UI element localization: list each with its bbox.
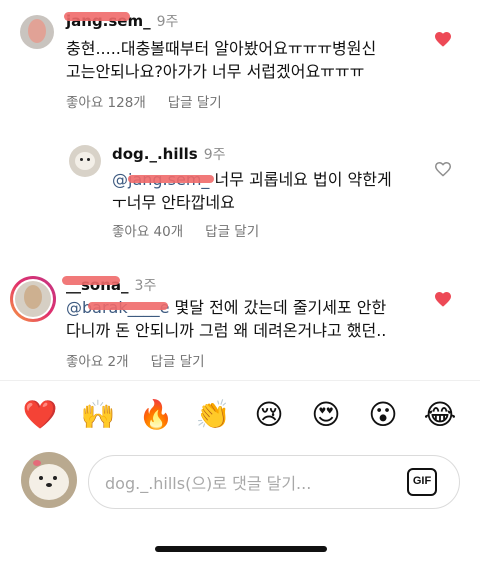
emoji-quick-reactions: ❤️ 🙌 🔥 👏 😢 😍 😮 😂: [0, 395, 480, 435]
reply-button[interactable]: 답글 달기: [205, 224, 259, 240]
fire-emoji[interactable]: 🔥: [136, 395, 176, 435]
avatar[interactable]: [20, 15, 54, 49]
home-indicator: [155, 546, 327, 552]
likes-count[interactable]: 좋아요 2개: [66, 354, 129, 370]
comment-composer: GIF: [88, 455, 460, 509]
surprised-emoji[interactable]: 😮: [363, 395, 403, 435]
comment-time: 9주: [203, 147, 226, 163]
comment-time: 9주: [156, 14, 179, 30]
heart-eyes-emoji[interactable]: 😍: [306, 395, 346, 435]
crying-emoji[interactable]: 😢: [249, 395, 289, 435]
composer-avatar: [21, 452, 77, 508]
comment-text: 충현.....대충볼때부터 알아봤어요ㅠㅠㅠ병원신 고는안되나요?아가가 너무 …: [66, 39, 377, 81]
avatar[interactable]: [69, 145, 101, 177]
redaction-mark: [88, 302, 168, 310]
redaction-mark: [128, 175, 214, 183]
comment-username[interactable]: dog._.hills 9주: [112, 144, 226, 164]
comment-meta: 좋아요 40개 답글 달기: [112, 220, 281, 240]
like-heart-icon[interactable]: [434, 31, 452, 47]
likes-count[interactable]: 좋아요 40개: [112, 224, 183, 240]
redaction-mark: [64, 12, 130, 21]
clapping-emoji[interactable]: 👏: [193, 395, 233, 435]
raised-hands-emoji[interactable]: 🙌: [78, 395, 118, 435]
reply-button[interactable]: 답글 달기: [168, 95, 222, 111]
like-heart-icon[interactable]: [434, 291, 452, 307]
comment-time: 3주: [134, 278, 157, 294]
comment-input[interactable]: [103, 469, 397, 497]
heart-emoji[interactable]: ❤️: [20, 395, 60, 435]
likes-count[interactable]: 좋아요 128개: [66, 95, 146, 111]
comment-meta: 좋아요 128개 답글 달기: [66, 91, 244, 111]
laughing-emoji[interactable]: 😂: [420, 395, 460, 435]
gif-button[interactable]: GIF: [407, 468, 437, 496]
like-heart-outline-icon[interactable]: [434, 161, 452, 177]
avatar[interactable]: [10, 276, 56, 322]
redaction-mark: [62, 276, 120, 285]
reply-button[interactable]: 답글 달기: [151, 354, 205, 370]
divider: [0, 380, 480, 381]
comment-meta: 좋아요 2개 답글 달기: [66, 350, 227, 370]
